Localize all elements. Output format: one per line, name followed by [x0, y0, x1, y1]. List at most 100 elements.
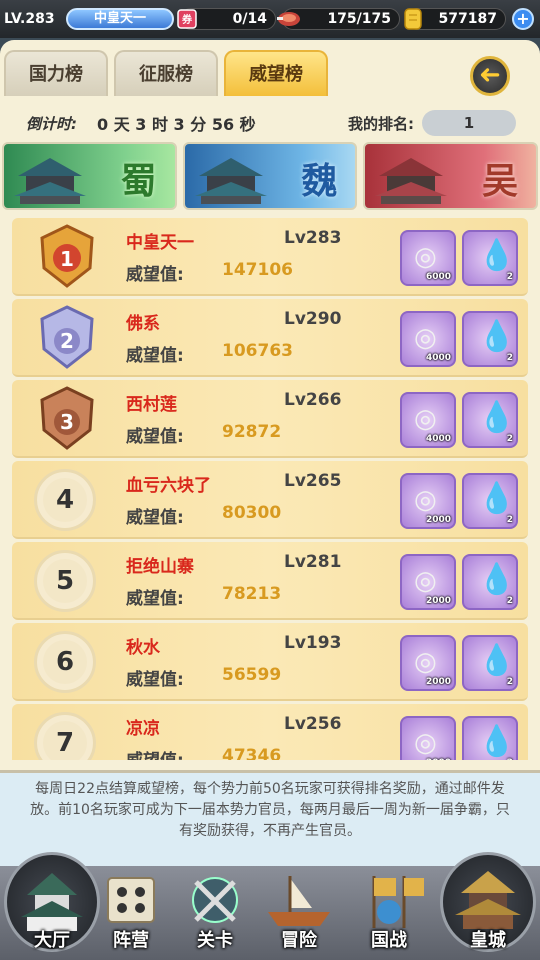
- player-level: Lv265: [284, 471, 342, 491]
- kingdom-filter: 蜀 魏 吴: [2, 142, 539, 210]
- player-name[interactable]: 中皇天一: [66, 8, 174, 30]
- coin-icon: ◎: [414, 242, 437, 272]
- svg-text:券: 券: [181, 13, 193, 26]
- tab-conquest[interactable]: 征服榜: [114, 50, 218, 96]
- reward-essence-drop[interactable]: 💧2: [462, 311, 518, 367]
- kingdom-tab-wei[interactable]: 魏: [182, 142, 358, 210]
- svg-text:2: 2: [60, 329, 74, 353]
- tab-prestige[interactable]: 威望榜: [224, 50, 328, 96]
- my-rank-label: 我的排名:: [348, 114, 414, 133]
- prestige-value: 56599: [222, 665, 282, 685]
- ticket-value: 0/14: [232, 11, 267, 27]
- player-name: 中皇天一: [126, 233, 194, 253]
- rank-number: 4: [34, 469, 96, 531]
- player-level: Lv256: [284, 714, 342, 734]
- nav-hall[interactable]: 大厅: [4, 852, 100, 952]
- reward-silver-coins[interactable]: ◎ 6000: [400, 230, 456, 286]
- my-rank-value: 1: [422, 110, 516, 136]
- prestige-label: 威望值:: [126, 427, 184, 447]
- player-name: 西村莲: [126, 395, 177, 415]
- bottom-nav: 大厅 阵营 关卡 冒险 国战 皇城: [0, 852, 540, 960]
- ranking-row[interactable]: 2 佛系 Lv290 威望值: 106763 ◎ 4000 💧 2: [12, 299, 528, 377]
- coin-icon: ◎: [414, 566, 437, 596]
- player-level: Lv193: [284, 633, 342, 653]
- player-name: 佛系: [126, 314, 160, 334]
- castle-icon: [375, 158, 448, 204]
- back-button[interactable]: ➜: [470, 56, 510, 96]
- nav-imperial-city[interactable]: 皇城: [440, 852, 536, 952]
- coin-icon: ◎: [414, 404, 437, 434]
- reward-essence-drop[interactable]: 💧2: [462, 230, 518, 286]
- reward-silver-coins[interactable]: ◎2000: [400, 716, 456, 760]
- prestige-label: 威望值:: [126, 589, 184, 609]
- nav-camp[interactable]: 阵营: [92, 868, 170, 952]
- player-name: 凉凉: [126, 719, 160, 739]
- reward-silver-coins[interactable]: ◎2000: [400, 473, 456, 529]
- reward-essence-drop[interactable]: 💧2: [462, 554, 518, 610]
- kingdom-tab-wu[interactable]: 吴: [363, 142, 539, 210]
- prestige-label: 威望值:: [126, 265, 184, 285]
- silver-medal-icon: 2: [40, 305, 94, 369]
- gold-counter[interactable]: 577187: [404, 8, 506, 30]
- svg-text:3: 3: [60, 410, 74, 434]
- drop-icon: 💧: [478, 238, 516, 273]
- prestige-label: 威望值:: [126, 508, 184, 528]
- stamina-counter[interactable]: 175/175: [277, 8, 400, 30]
- nav-label: 国战: [371, 930, 407, 951]
- prestige-value: 106763: [222, 341, 293, 361]
- reward-silver-coins[interactable]: ◎2000: [400, 635, 456, 691]
- reward-silver-coins[interactable]: ◎ 4000: [400, 311, 456, 367]
- ranking-row[interactable]: 5 拒绝山寨 Lv281 威望值: 78213 ◎ 2000 💧 2: [12, 542, 528, 620]
- svg-text:1: 1: [60, 247, 74, 271]
- nav-national-war[interactable]: 国战: [350, 868, 428, 952]
- ranking-row[interactable]: 7 凉凉 Lv256 威望值: 47346 ◎2000 💧2: [12, 704, 528, 760]
- ticket-icon: 券: [173, 5, 201, 33]
- player-level: Lv266: [284, 390, 342, 410]
- nav-label: 皇城: [470, 930, 506, 951]
- kingdom-name-wei: 魏: [301, 160, 338, 202]
- reward-silver-coins[interactable]: ◎ 4000: [400, 392, 456, 448]
- add-gold-button[interactable]: +: [512, 8, 534, 30]
- coin-icon: ◎: [414, 728, 437, 758]
- drop-icon: 💧: [478, 643, 516, 678]
- tab-national-power[interactable]: 国力榜: [4, 50, 108, 96]
- reward-silver-coins[interactable]: ◎2000: [400, 554, 456, 610]
- ticket-counter[interactable]: 券 0/14: [177, 8, 276, 30]
- ranking-row[interactable]: 3 西村莲 Lv266 威望值: 92872 ◎ 4000 💧 2: [12, 380, 528, 458]
- prestige-label: 威望值:: [126, 346, 184, 366]
- coin-icon: ◎: [414, 647, 437, 677]
- ranking-row[interactable]: 6 秋水 Lv193 威望值: 56599 ◎ 2000 💧 2: [12, 623, 528, 701]
- reward-essence-drop[interactable]: 💧2: [462, 716, 518, 760]
- castle-icon: [14, 158, 86, 204]
- player-level: Lv290: [284, 309, 342, 329]
- reward-essence-drop[interactable]: 💧2: [462, 473, 518, 529]
- prestige-label: 威望值:: [126, 670, 184, 690]
- reward-essence-drop[interactable]: 💧2: [462, 392, 518, 448]
- top-status-bar: LV.283 中皇天一 券 0/14 175/175 577187 +: [0, 0, 540, 38]
- player-level: Lv283: [284, 228, 342, 248]
- nav-label: 大厅: [34, 930, 70, 951]
- ranking-row[interactable]: 4 血亏六块了 Lv265 威望值: 80300 ◎ 2000 💧 2: [12, 461, 528, 539]
- kingdom-name-shu: 蜀: [120, 160, 157, 202]
- rank-number: 5: [34, 550, 96, 612]
- player-name: 拒绝山寨: [126, 557, 194, 577]
- reward-essence-drop[interactable]: 💧2: [462, 635, 518, 691]
- nav-stages[interactable]: 关卡: [176, 868, 254, 952]
- drop-icon: 💧: [478, 481, 516, 516]
- prestige-value: 78213: [222, 584, 282, 604]
- kingdom-tab-shu[interactable]: 蜀: [2, 142, 177, 210]
- ranking-row[interactable]: 1 中皇天一 Lv283 威望值: 147106 ◎ 6000 💧 2: [12, 218, 528, 296]
- gold-medal-icon: 1: [40, 224, 94, 288]
- coin-icon: ◎: [414, 323, 437, 353]
- kingdom-name-wu: 吴: [482, 160, 519, 202]
- drop-icon: 💧: [478, 562, 516, 597]
- gold-ingot-icon: [399, 5, 427, 33]
- nav-adventure[interactable]: 冒险: [260, 868, 338, 952]
- prestige-value: 80300: [222, 503, 282, 523]
- prestige-value: 47346: [222, 746, 282, 760]
- player-level: LV.283: [4, 11, 55, 27]
- ranking-list[interactable]: 1 中皇天一 Lv283 威望值: 147106 ◎ 6000 💧 2 2 佛系 L…: [12, 218, 528, 760]
- tab-bar: 国力榜 征服榜 威望榜: [4, 50, 328, 96]
- nav-label: 阵营: [113, 930, 149, 951]
- rank-number: 6: [34, 631, 96, 693]
